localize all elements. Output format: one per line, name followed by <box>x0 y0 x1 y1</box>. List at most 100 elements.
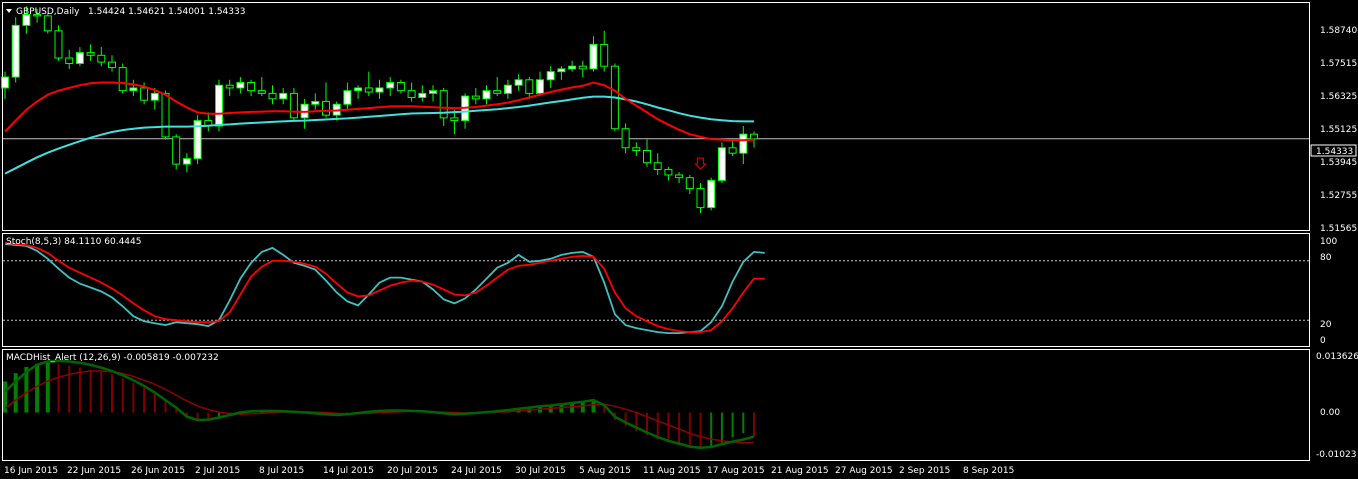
candle-body <box>97 54 106 63</box>
candle-body <box>140 87 149 101</box>
candle-body <box>215 84 223 127</box>
candle-body <box>514 79 523 86</box>
stoch-panel <box>3 242 1309 335</box>
candle-body <box>439 90 448 119</box>
stoch-signal-line <box>4 242 765 334</box>
candle-body <box>696 188 705 209</box>
price-panel <box>1 6 1309 214</box>
candle-body <box>322 101 330 116</box>
price-tick-3: 1.56325 <box>1320 92 1357 102</box>
candle-body <box>557 68 566 73</box>
candle-body <box>343 90 352 105</box>
candle-body <box>396 82 405 92</box>
x-label-2: 22 Jun 2015 <box>67 466 121 476</box>
candle-body <box>621 128 630 149</box>
candle-body <box>386 82 395 89</box>
price-tick-2: 1.57515 <box>1320 59 1357 69</box>
candle-body <box>150 92 159 101</box>
macd-signal-line <box>4 370 755 444</box>
candle-body <box>750 133 758 140</box>
candle-body <box>685 177 694 190</box>
stoch-panel-frame <box>2 233 1310 347</box>
candle-body <box>54 30 63 59</box>
price-tick-7: 1.51565 <box>1320 224 1357 234</box>
candle-body <box>546 71 555 81</box>
candle-body <box>407 90 416 98</box>
candle-body <box>279 92 288 100</box>
price-tick-5: 1.53945 <box>1320 158 1357 168</box>
candle-body <box>65 57 74 64</box>
candle-body <box>525 79 534 94</box>
symbol-label: GBPUSD,Daily <box>16 7 80 17</box>
stoch-label: Stoch(8,5,3) 84.1110 60.4445 <box>6 237 141 247</box>
candle-body <box>1 76 9 89</box>
stoch-tick-100: 100 <box>1320 237 1337 247</box>
x-label-13: 21 Aug 2015 <box>771 466 829 476</box>
candle-body <box>707 179 716 209</box>
macd-label: MACDHist_Alert (12,26,9) -0.005819 -0.00… <box>6 353 219 363</box>
candle-body <box>43 15 52 32</box>
price-tick-6: 1.52755 <box>1320 191 1357 201</box>
x-label-5: 8 Jul 2015 <box>259 466 304 476</box>
candle-body <box>247 82 256 92</box>
x-label-16: 8 Sep 2015 <box>963 466 1014 476</box>
candle-body <box>578 65 587 70</box>
x-label-8: 24 Jul 2015 <box>451 466 502 476</box>
macd-main-line <box>4 359 755 450</box>
candle-body <box>257 90 266 94</box>
price-tick-4: 1.55125 <box>1320 125 1357 135</box>
macd-panel-frame <box>2 349 1310 461</box>
candle-body <box>536 79 544 94</box>
candle-body <box>364 87 373 93</box>
candle-body <box>418 92 427 98</box>
candle-body <box>675 174 684 179</box>
candle-body <box>728 147 737 154</box>
candle-body <box>75 52 84 64</box>
chart-canvas: GBPUSD,Daily 1.54424 1.54621 1.54001 1.5… <box>1 2 1358 476</box>
macd-tick-bottom: -0.01023 <box>1316 450 1356 460</box>
stoch-tick-0: 0 <box>1320 336 1326 346</box>
x-label-11: 11 Aug 2015 <box>643 466 701 476</box>
candle-body <box>236 82 245 89</box>
x-label-14: 27 Aug 2015 <box>835 466 893 476</box>
candle-body <box>653 162 662 171</box>
current-price-label: 1.54333 <box>1316 147 1353 157</box>
candle-body <box>172 136 181 165</box>
x-label-12: 17 Aug 2015 <box>707 466 765 476</box>
x-label-10: 5 Aug 2015 <box>579 466 631 476</box>
candle-body <box>182 158 191 165</box>
candle-body <box>471 95 480 100</box>
candle-body <box>739 133 748 154</box>
candle-body <box>717 147 726 181</box>
candle-body <box>225 84 234 89</box>
stoch-tick-80: 80 <box>1320 253 1332 263</box>
candle-body <box>568 65 577 70</box>
candle-body <box>118 67 127 92</box>
price-tick-1: 1.58740 <box>1320 26 1357 36</box>
symbol-menu-triangle-icon[interactable] <box>6 9 12 13</box>
candle-body <box>108 61 116 69</box>
candle-body <box>493 90 502 94</box>
x-label-4: 2 Jul 2015 <box>195 466 240 476</box>
candle-body <box>450 117 459 122</box>
candle-body <box>268 92 277 100</box>
macd-panel <box>3 359 755 450</box>
candle-body <box>86 52 95 56</box>
candle-body <box>375 87 384 93</box>
x-label-15: 2 Sep 2015 <box>899 466 950 476</box>
candle-body <box>129 87 138 92</box>
price-panel-frame <box>2 2 1310 231</box>
candle-body <box>289 92 298 119</box>
x-label-1: 16 Jun 2015 <box>4 466 58 476</box>
candle-body <box>482 90 491 100</box>
ohlc-label: 1.54424 1.54621 1.54001 1.54333 <box>88 7 245 17</box>
candle-body <box>632 147 641 151</box>
candle-body <box>11 24 20 78</box>
x-label-9: 30 Jul 2015 <box>515 466 566 476</box>
x-label-7: 20 Jul 2015 <box>387 466 438 476</box>
x-label-6: 14 Jul 2015 <box>323 466 374 476</box>
candle-body <box>161 92 170 138</box>
macd-tick-zero: 0.00 <box>1320 408 1340 418</box>
candle-body <box>589 43 598 70</box>
macd-tick-top: 0.013626 <box>1316 352 1358 362</box>
